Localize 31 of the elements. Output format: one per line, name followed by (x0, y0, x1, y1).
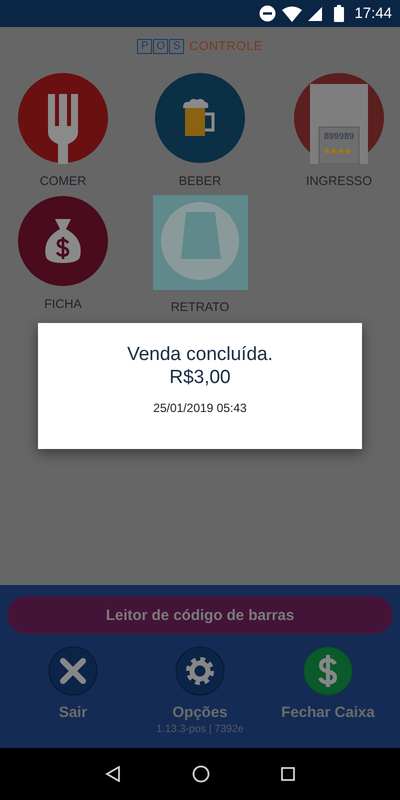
fork-icon[interactable] (17, 72, 109, 164)
recents-icon[interactable] (280, 767, 295, 781)
logo-text: CONTROLE (189, 39, 263, 53)
category-label: RETRATO (170, 300, 230, 314)
logo-letter: P (137, 38, 152, 54)
battery-icon (334, 5, 344, 22)
barcode-scanner-button[interactable]: Leitor de código de barras (7, 596, 393, 634)
dialog-title: Venda concluída. (127, 343, 273, 366)
dollar-icon[interactable] (303, 646, 353, 696)
signal-icon (308, 6, 322, 20)
category-label: INGRESSO (306, 174, 372, 188)
action-label[interactable]: Opções (172, 704, 228, 721)
beer-mug-icon[interactable] (154, 72, 246, 164)
wifi-icon (282, 6, 302, 22)
sale-amount: R$3,00 (169, 366, 231, 389)
version-text: 1.13.3-pos | 7392e (156, 723, 244, 735)
sale-date: 25/01/2019 05:43 (153, 401, 247, 415)
logo-letter: S (169, 38, 184, 54)
action-label[interactable]: Sair (58, 704, 88, 721)
category-label: COMER (40, 174, 86, 188)
logo-letter: O (153, 38, 168, 54)
money-bag-icon[interactable] (17, 195, 109, 287)
action-label[interactable]: Fechar Caixa (281, 704, 375, 721)
category-label: FICHA (44, 297, 82, 311)
back-icon[interactable] (105, 766, 122, 782)
settings-icon[interactable] (175, 646, 225, 696)
close-icon[interactable] (48, 646, 98, 696)
home-icon[interactable] (192, 765, 210, 783)
clock-time: 17:44 (354, 5, 392, 22)
category-label: BEBER (178, 174, 222, 188)
do-not-disturb-icon (259, 5, 276, 22)
